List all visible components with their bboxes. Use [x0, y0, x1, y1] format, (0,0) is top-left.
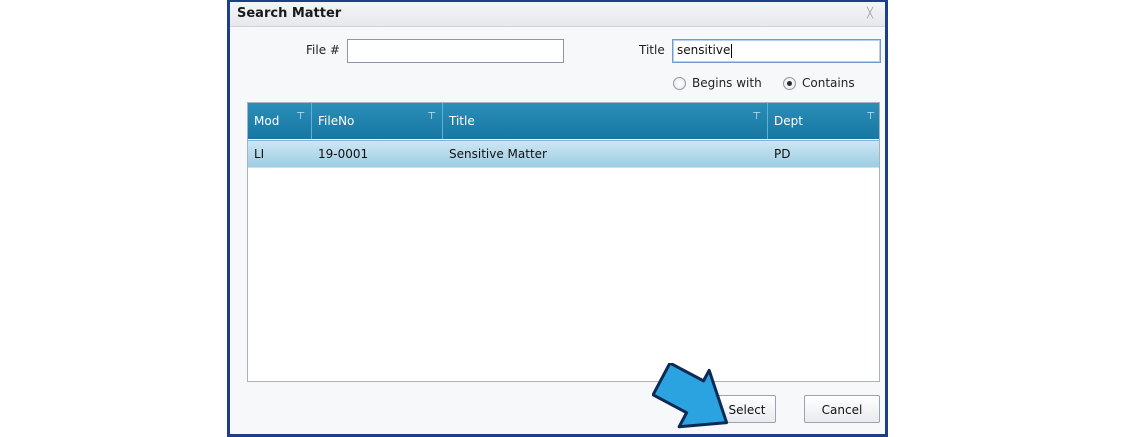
- radio-contains[interactable]: [783, 77, 796, 90]
- dialog-titlebar: Search Matter ╳: [230, 2, 885, 27]
- radio-contains-label: Contains: [802, 76, 855, 90]
- cell-dept: PD: [774, 147, 791, 161]
- column-header-dept[interactable]: Dept ⊤: [768, 103, 881, 139]
- dialog-title: Search Matter: [237, 6, 342, 21]
- column-header-label: FileNo: [318, 114, 355, 128]
- close-icon[interactable]: ╳: [867, 8, 873, 19]
- column-header-title[interactable]: Title ⊤: [443, 103, 768, 139]
- title-label: Title: [639, 43, 665, 57]
- column-header-label: Dept: [774, 114, 803, 128]
- results-grid: Mod ⊤ FileNo ⊤ Title ⊤ Dept ⊤ LI 19-0001…: [247, 102, 880, 382]
- cancel-button[interactable]: Cancel: [804, 395, 880, 423]
- arrow-pointer-icon: [652, 363, 729, 429]
- file-number-input[interactable]: [347, 39, 564, 63]
- grid-header: Mod ⊤ FileNo ⊤ Title ⊤ Dept ⊤: [248, 103, 879, 139]
- radio-begins-with-label: Begins with: [692, 76, 762, 90]
- column-header-mod[interactable]: Mod ⊤: [248, 103, 312, 139]
- column-header-fileno[interactable]: FileNo ⊤: [312, 103, 443, 139]
- filter-icon[interactable]: ⊤: [866, 111, 875, 122]
- column-header-label: Mod: [254, 114, 280, 128]
- cell-mod: LI: [254, 147, 265, 161]
- table-row[interactable]: LI 19-0001 Sensitive Matter PD: [248, 140, 879, 168]
- filter-icon[interactable]: ⊤: [296, 111, 305, 122]
- row-divider: [248, 167, 879, 168]
- file-number-label: File #: [306, 43, 340, 57]
- column-header-label: Title: [449, 114, 475, 128]
- title-input[interactable]: sensitive: [672, 39, 881, 63]
- title-input-value: sensitive: [677, 43, 731, 57]
- filter-icon[interactable]: ⊤: [752, 111, 761, 122]
- cell-title: Sensitive Matter: [449, 147, 547, 161]
- cell-fileno: 19-0001: [318, 147, 369, 161]
- text-caret: [731, 43, 733, 58]
- search-matter-dialog: Search Matter ╳ File # Title sensitive B…: [227, 0, 888, 437]
- radio-begins-with[interactable]: [673, 77, 686, 90]
- filter-icon[interactable]: ⊤: [427, 111, 436, 122]
